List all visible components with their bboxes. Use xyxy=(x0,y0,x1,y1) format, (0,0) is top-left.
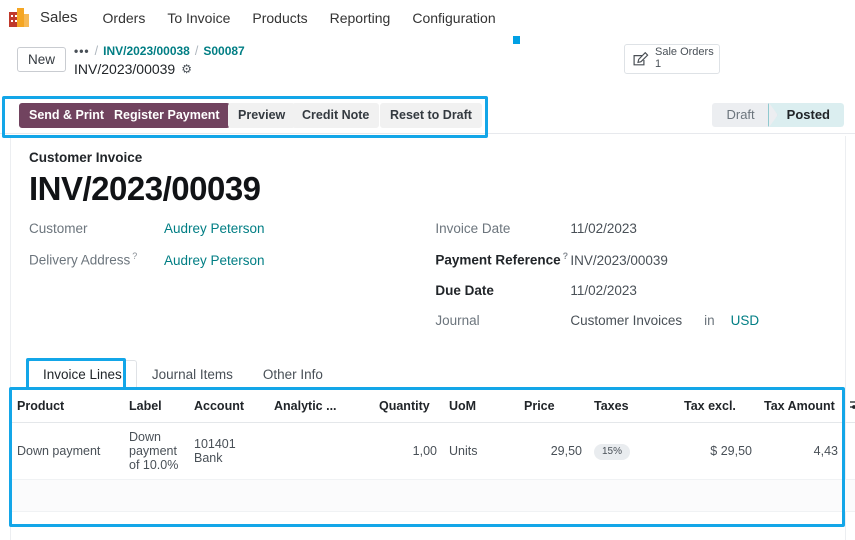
column-header-taxes[interactable]: Taxes xyxy=(588,390,678,423)
cell-tax-excl[interactable]: $ 29,50 xyxy=(678,422,758,480)
breadcrumb-link-sale-order[interactable]: S00087 xyxy=(203,42,244,60)
field-journal-in-text: in xyxy=(704,312,715,328)
field-journal-label: Journal xyxy=(435,312,480,328)
cell-label[interactable]: Down payment of 10.0% xyxy=(123,422,188,480)
column-header-product[interactable]: Product xyxy=(11,390,123,423)
right-field-group: Invoice Date 11/02/2023 Payment Referenc… xyxy=(435,221,827,343)
field-customer-label: Customer xyxy=(29,221,88,237)
breadcrumb-overflow-icon[interactable]: ••• xyxy=(74,42,90,60)
notebook-tabs: Invoice Lines Journal Items Other Info xyxy=(28,360,338,389)
reset-to-draft-button[interactable]: Reset to Draft xyxy=(380,103,482,128)
cell-account[interactable]: 101401 Bank xyxy=(188,422,268,480)
field-journal-value[interactable]: Customer Invoices xyxy=(570,313,682,328)
tax-badge: 15% xyxy=(594,443,631,460)
column-header-label[interactable]: Label xyxy=(123,390,188,423)
control-panel: New ••• / INV/2023/00038 / S00087 INV/20… xyxy=(0,40,855,86)
breadcrumb-current-label: INV/2023/00039 xyxy=(74,61,176,77)
cell-price[interactable]: 29,50 xyxy=(518,422,588,480)
tab-invoice-lines[interactable]: Invoice Lines xyxy=(28,360,137,389)
cell-row-spacer xyxy=(844,422,855,480)
breadcrumb: ••• / INV/2023/00038 / S00087 INV/2023/0… xyxy=(74,42,245,79)
field-journal: Journal Customer Invoices in USD xyxy=(435,313,827,328)
credit-note-button[interactable]: Credit Note xyxy=(292,103,380,128)
field-payment-reference-label: Payment Reference? xyxy=(435,251,569,268)
status-bar: Draft Posted xyxy=(712,103,844,127)
breadcrumb-link-invoice[interactable]: INV/2023/00038 xyxy=(103,42,190,60)
field-customer: Customer Audrey Peterson xyxy=(29,221,435,236)
nav-item-to-invoice[interactable]: To Invoice xyxy=(156,0,241,36)
register-payment-button[interactable]: Register Payment xyxy=(104,103,230,128)
cell-tax-amount[interactable]: 4,43 xyxy=(758,422,844,480)
send-and-print-button[interactable]: Send & Print xyxy=(19,103,115,128)
nav-item-reporting[interactable]: Reporting xyxy=(319,0,402,36)
sale-orders-stat-button[interactable]: Sale Orders 1 xyxy=(624,44,720,74)
field-payment-reference: Payment Reference? INV/2023/00039 xyxy=(435,251,827,268)
invoice-lines-table: Product Label Account Analytic ... Quant… xyxy=(11,389,855,525)
odoo-invoice-form: Sales Orders To Invoice Products Reporti… xyxy=(0,0,855,540)
field-due-date: Due Date 11/02/2023 xyxy=(435,283,827,298)
table-row[interactable]: Down payment Down payment of 10.0% 10140… xyxy=(11,422,855,480)
breadcrumb-current: INV/2023/00039 ⚙ xyxy=(74,60,245,79)
cell-product[interactable]: Down payment xyxy=(11,422,123,480)
cell-analytic[interactable] xyxy=(268,422,373,480)
table-empty-area[interactable] xyxy=(11,479,855,512)
field-delivery-address-label: Delivery Address? xyxy=(29,251,138,268)
column-header-tax-excl[interactable]: Tax excl. xyxy=(678,390,758,423)
field-currency-value[interactable]: USD xyxy=(731,313,760,328)
field-invoice-date-label: Invoice Date xyxy=(435,221,511,237)
document-type-label: Customer Invoice xyxy=(29,150,143,165)
sales-app-icon xyxy=(9,7,31,29)
breadcrumb-separator-1: / xyxy=(94,44,99,58)
preview-button[interactable]: Preview xyxy=(228,103,296,128)
field-customer-value[interactable]: Audrey Peterson xyxy=(164,221,265,236)
status-stage-posted[interactable]: Posted xyxy=(767,103,844,127)
column-header-quantity[interactable]: Quantity xyxy=(373,390,443,423)
cell-taxes[interactable]: 15% xyxy=(588,422,678,480)
field-payment-reference-value[interactable]: INV/2023/00039 xyxy=(570,253,668,268)
field-invoice-date-value[interactable]: 11/02/2023 xyxy=(570,221,637,236)
blue-dot-marker xyxy=(513,36,520,44)
stat-button-label: Sale Orders xyxy=(655,46,714,59)
optional-columns-header xyxy=(844,390,855,423)
new-record-button[interactable]: New xyxy=(17,47,67,72)
nav-item-orders[interactable]: Orders xyxy=(92,0,157,36)
help-icon-payment-reference[interactable]: ? xyxy=(563,251,569,261)
tab-journal-items[interactable]: Journal Items xyxy=(137,360,248,389)
nav-item-configuration[interactable]: Configuration xyxy=(401,0,506,36)
nav-brand-sales[interactable]: Sales xyxy=(40,0,92,36)
help-icon-delivery-address[interactable]: ? xyxy=(132,251,137,261)
table-header-row: Product Label Account Analytic ... Quant… xyxy=(11,390,855,423)
field-delivery-address: Delivery Address? Audrey Peterson xyxy=(29,251,435,268)
field-due-date-label: Due Date xyxy=(435,282,494,298)
column-header-analytic[interactable]: Analytic ... xyxy=(268,390,373,423)
top-navbar: Sales Orders To Invoice Products Reporti… xyxy=(0,0,855,36)
pencil-square-icon xyxy=(632,51,649,67)
field-due-date-value[interactable]: 11/02/2023 xyxy=(570,283,637,298)
tab-other-info[interactable]: Other Info xyxy=(248,360,338,389)
breadcrumb-parents: ••• / INV/2023/00038 / S00087 xyxy=(74,42,245,60)
breadcrumb-separator-2: / xyxy=(194,44,199,58)
status-stage-draft[interactable]: Draft xyxy=(712,103,778,127)
field-invoice-date: Invoice Date 11/02/2023 xyxy=(435,221,827,236)
cell-quantity[interactable]: 1,00 xyxy=(373,422,443,480)
column-header-price[interactable]: Price xyxy=(518,390,588,423)
cell-uom[interactable]: Units xyxy=(443,422,518,480)
stat-button-value: 1 xyxy=(655,58,662,70)
column-header-account[interactable]: Account xyxy=(188,390,268,423)
gear-icon[interactable]: ⚙ xyxy=(181,60,192,79)
sliders-icon[interactable] xyxy=(850,399,855,413)
left-field-group: Customer Audrey Peterson Delivery Addres… xyxy=(29,221,435,343)
column-header-uom[interactable]: UoM xyxy=(443,390,518,423)
column-header-tax-amount[interactable]: Tax Amount xyxy=(758,390,844,423)
page-title: INV/2023/00039 xyxy=(29,170,261,207)
field-delivery-address-value[interactable]: Audrey Peterson xyxy=(164,253,265,268)
nav-item-products[interactable]: Products xyxy=(241,0,318,36)
